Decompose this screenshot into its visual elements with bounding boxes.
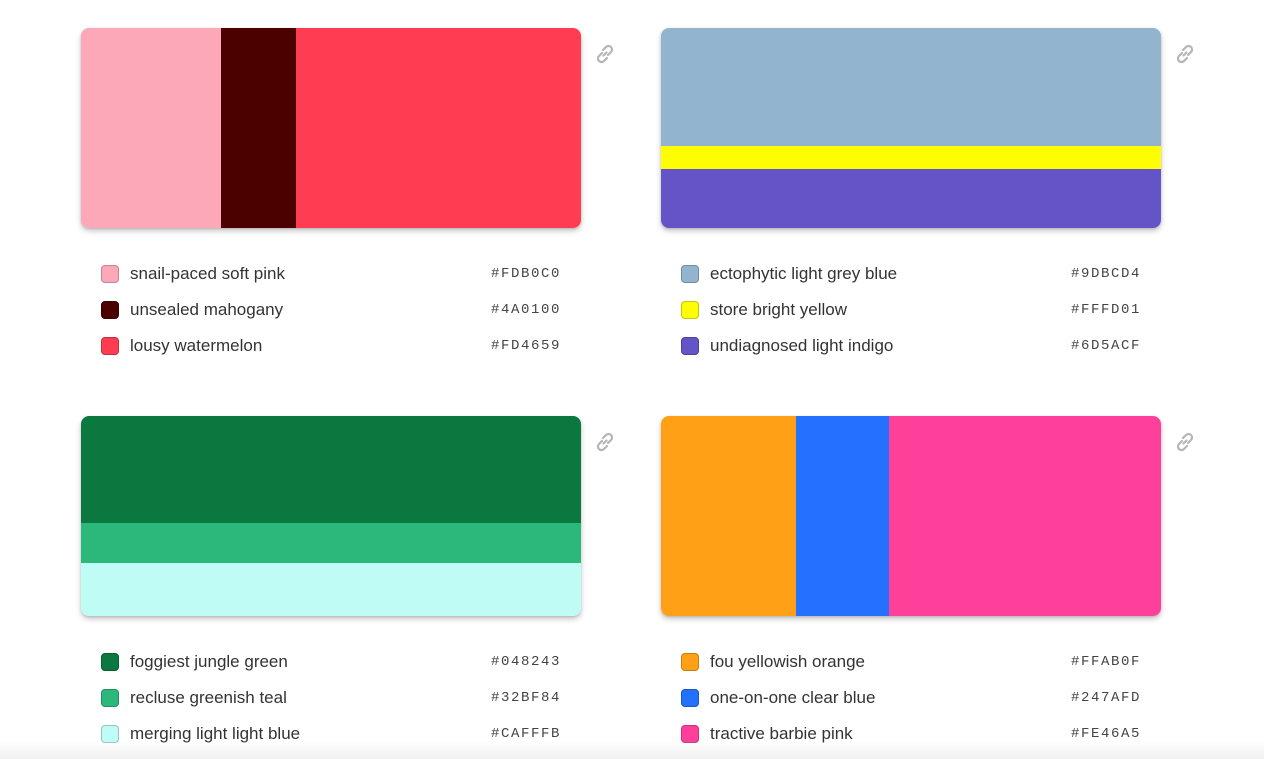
swatch-block-merging-light-light-blue[interactable] [81,563,581,616]
color-chip [101,301,119,319]
color-item[interactable]: store bright yellow #FFFD01 [681,292,1141,328]
color-hex[interactable]: #6D5ACF [1071,338,1141,354]
color-hex[interactable]: #FD4659 [491,338,561,354]
color-list: snail-paced soft pink #FDB0C0 unsealed m… [101,256,561,364]
color-name: one-on-one clear blue [710,688,876,707]
color-chip [681,301,699,319]
color-chip [681,653,699,671]
color-name: fou yellowish orange [710,652,865,671]
color-item[interactable]: undiagnosed light indigo #6D5ACF [681,328,1141,364]
link-chain-icon[interactable] [1173,430,1197,454]
color-hex[interactable]: #CAFFFB [491,726,561,742]
color-hex[interactable]: #FE46A5 [1071,726,1141,742]
swatch-block-undiagnosed-light-indigo[interactable] [661,169,1161,228]
color-item[interactable]: tractive barbie pink #FE46A5 [681,716,1141,752]
swatch-block-snail-paced-soft-pink[interactable] [81,28,221,228]
swatch-block-unsealed-mahogany[interactable] [221,28,296,228]
color-chip [101,725,119,743]
color-item[interactable]: snail-paced soft pink #FDB0C0 [101,256,561,292]
color-hex[interactable]: #247AFD [1071,690,1141,706]
swatch-block-store-bright-yellow[interactable] [661,146,1161,169]
color-hex[interactable]: #FFFD01 [1071,302,1141,318]
link-chain-icon[interactable] [1173,42,1197,66]
color-hex[interactable]: #4A0100 [491,302,561,318]
color-item[interactable]: ectophytic light grey blue #9DBCD4 [681,256,1141,292]
palette-card-4: fou yellowish orange #FFAB0F one-on-one … [661,416,1194,743]
color-item[interactable]: merging light light blue #CAFFFB [101,716,561,752]
palette-swatch-preview[interactable] [81,416,581,616]
palette-card-2: ectophytic light grey blue #9DBCD4 store… [661,28,1194,355]
color-list: ectophytic light grey blue #9DBCD4 store… [681,256,1141,364]
color-chip [101,337,119,355]
color-chip [681,337,699,355]
color-chip [101,689,119,707]
color-name: lousy watermelon [130,336,263,355]
color-chip [101,265,119,283]
color-hex[interactable]: #048243 [491,654,561,670]
color-list: foggiest jungle green #048243 recluse gr… [101,644,561,752]
palette-card-1: snail-paced soft pink #FDB0C0 unsealed m… [81,28,614,355]
color-name: ectophytic light grey blue [710,264,898,283]
swatch-block-ectophytic-light-grey-blue[interactable] [661,28,1161,146]
swatch-block-one-on-one-clear-blue[interactable] [796,416,889,616]
swatch-block-tractive-barbie-pink[interactable] [888,416,1161,616]
swatch-block-lousy-watermelon[interactable] [296,28,581,228]
swatch-block-recluse-greenish-teal[interactable] [81,523,581,563]
color-item[interactable]: foggiest jungle green #048243 [101,644,561,680]
color-hex[interactable]: #9DBCD4 [1071,266,1141,282]
color-chip [681,265,699,283]
color-chip [101,653,119,671]
color-chip [681,725,699,743]
swatch-block-fou-yellowish-orange[interactable] [661,416,796,616]
color-item[interactable]: fou yellowish orange #FFAB0F [681,644,1141,680]
palette-swatch-preview[interactable] [661,28,1161,228]
color-item[interactable]: unsealed mahogany #4A0100 [101,292,561,328]
color-list: fou yellowish orange #FFAB0F one-on-one … [681,644,1141,752]
color-name: tractive barbie pink [710,724,853,743]
color-name: unsealed mahogany [130,300,284,319]
palette-card-3: foggiest jungle green #048243 recluse gr… [81,416,614,743]
color-item[interactable]: lousy watermelon #FD4659 [101,328,561,364]
palette-swatch-preview[interactable] [661,416,1161,616]
color-name: store bright yellow [710,300,848,319]
color-hex[interactable]: #FDB0C0 [491,266,561,282]
color-item[interactable]: one-on-one clear blue #247AFD [681,680,1141,716]
color-hex[interactable]: #FFAB0F [1071,654,1141,670]
color-name: foggiest jungle green [130,652,288,671]
color-name: undiagnosed light indigo [710,336,894,355]
palette-gallery: snail-paced soft pink #FDB0C0 unsealed m… [0,0,1264,759]
link-chain-icon[interactable] [593,430,617,454]
color-name: merging light light blue [130,724,301,743]
color-chip [681,689,699,707]
palette-swatch-preview[interactable] [81,28,581,228]
link-chain-icon[interactable] [593,42,617,66]
color-name: snail-paced soft pink [130,264,285,283]
swatch-block-foggiest-jungle-green[interactable] [81,416,581,523]
color-item[interactable]: recluse greenish teal #32BF84 [101,680,561,716]
color-name: recluse greenish teal [130,688,287,707]
color-hex[interactable]: #32BF84 [491,690,561,706]
